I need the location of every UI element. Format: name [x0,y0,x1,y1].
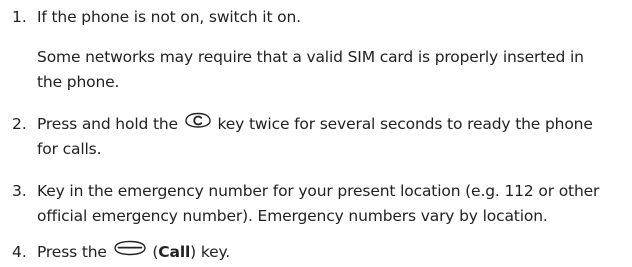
step-1-text: If the phone is not on, switch it on. [37,8,301,26]
step-3-line-2: official emergency number). Emergency nu… [37,207,548,225]
step-1-note-line-2: the phone. [37,73,120,91]
step-2-text-before: Press and hold the [37,115,178,133]
step-3-number: 3. [12,182,27,200]
step-2-line-2: for calls. [37,140,102,158]
instruction-page: 1. If the phone is not on, switch it on.… [0,0,632,267]
clear-key-icon [183,112,213,133]
step-4-line-1: Press the (Call) key. [37,240,231,263]
step-2-text-after: key twice for several seconds to ready t… [217,115,593,133]
step-2-number: 2. [12,115,27,133]
step-4-number: 4. [12,243,27,261]
step-3-line-1: Key in the emergency number for your pre… [37,182,600,200]
step-2-line-1: Press and hold the key twice for several… [37,112,593,135]
step-4-text-before: Press the [37,243,107,261]
step-1-number: 1. [12,8,27,26]
call-key-label: Call [158,243,191,261]
call-key-icon [112,240,148,261]
step-4-paren-close: ) key. [190,243,231,261]
step-1-note-line-1: Some networks may require that a valid S… [37,48,584,66]
